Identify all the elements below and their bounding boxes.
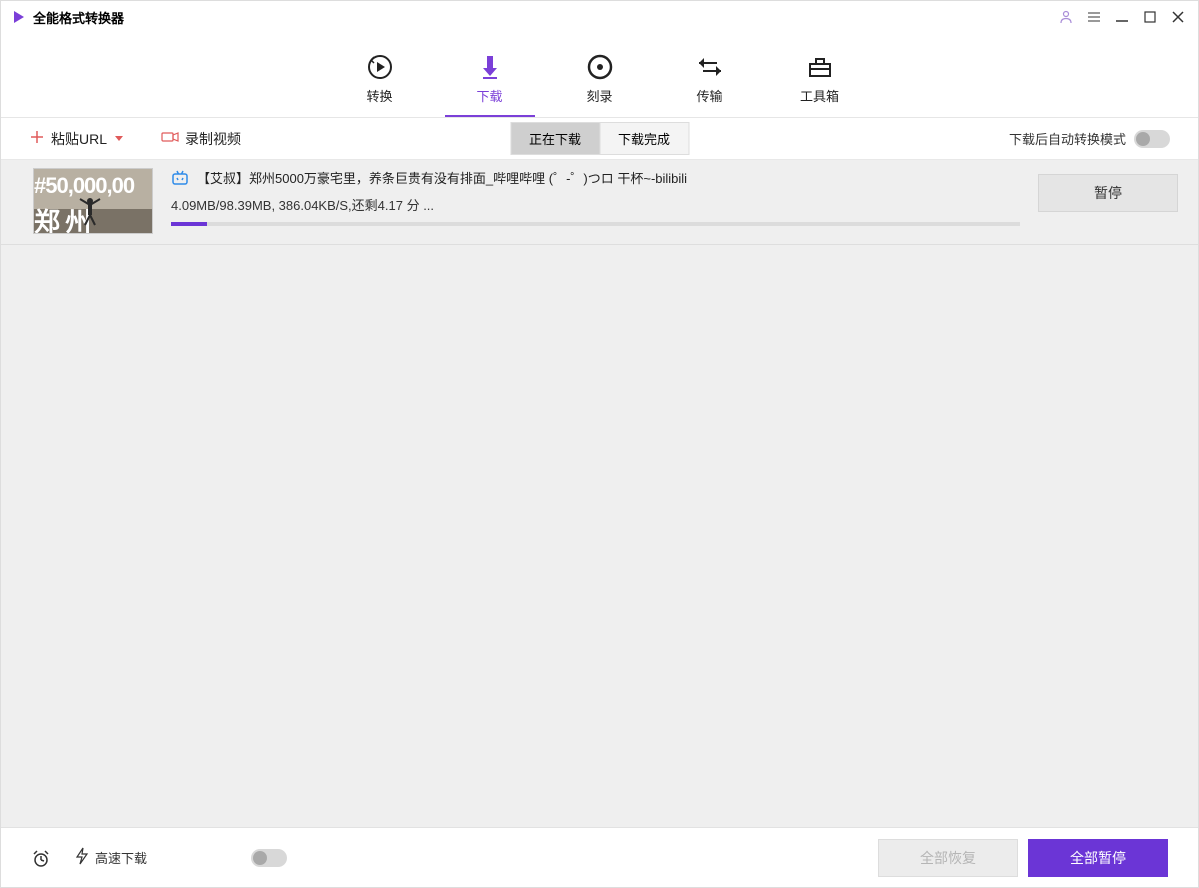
tab-label: 刻录 xyxy=(586,86,612,105)
tab-transfer[interactable]: 传输 xyxy=(655,52,765,117)
account-icon[interactable] xyxy=(1056,7,1076,27)
paste-url-label: 粘贴URL xyxy=(51,129,107,149)
download-list: #50,000,00 郑 州 【艾叔】郑州5000万豪宅里，养条巨贵有没有排面_… xyxy=(1,160,1198,245)
tab-completed[interactable]: 下载完成 xyxy=(599,122,689,155)
tab-toolbox[interactable]: 工具箱 xyxy=(765,52,875,117)
footer-left: 高速下载 xyxy=(31,847,287,868)
status-segment: 正在下载 下载完成 xyxy=(510,122,689,155)
download-progress-fill xyxy=(171,222,207,226)
minimize-icon[interactable] xyxy=(1112,7,1132,27)
app-title: 全能格式转换器 xyxy=(33,8,124,27)
tab-label: 下载 xyxy=(476,86,502,105)
tab-convert[interactable]: 转换 xyxy=(325,52,435,117)
bilibili-icon xyxy=(171,169,189,187)
download-row: #50,000,00 郑 州 【艾叔】郑州5000万豪宅里，养条巨贵有没有排面_… xyxy=(1,160,1198,245)
pause-all-button[interactable]: 全部暂停 xyxy=(1028,839,1168,877)
subbar-right: 下载后自动转换模式 xyxy=(1009,129,1170,148)
maximize-icon[interactable] xyxy=(1140,7,1160,27)
download-thumbnail[interactable]: #50,000,00 郑 州 xyxy=(33,168,153,234)
svg-text:#50,000,00: #50,000,00 xyxy=(34,173,135,198)
fast-download-label: 高速下载 xyxy=(95,848,147,867)
transfer-icon xyxy=(695,52,725,82)
paste-url-button[interactable]: 粘贴URL xyxy=(29,129,125,149)
subbar-left: 粘贴URL 录制视频 xyxy=(29,129,241,149)
menu-icon[interactable] xyxy=(1084,7,1104,27)
resume-all-button[interactable]: 全部恢复 xyxy=(878,839,1018,877)
titlebar-left: 全能格式转换器 xyxy=(11,8,124,27)
footer-right: 全部恢复 全部暂停 xyxy=(878,839,1168,877)
record-video-button[interactable]: 录制视频 xyxy=(161,129,241,149)
download-status: 4.09MB/98.39MB, 386.04KB/S,还剩4.17 分 ... xyxy=(171,195,1020,214)
close-icon[interactable] xyxy=(1168,7,1188,27)
titlebar: 全能格式转换器 xyxy=(1,1,1198,33)
main-tabs: 转换 下载 刻录 传输 工具箱 xyxy=(1,33,1198,118)
plus-icon xyxy=(29,129,45,148)
footer: 高速下载 全部恢复 全部暂停 xyxy=(1,827,1198,887)
convert-icon xyxy=(365,52,395,82)
download-content: #50,000,00 郑 州 【艾叔】郑州5000万豪宅里，养条巨贵有没有排面_… xyxy=(1,160,1198,827)
download-title-line: 【艾叔】郑州5000万豪宅里，养条巨贵有没有排面_哔哩哔哩 (゜-゜)つロ 干杯… xyxy=(171,168,1020,187)
lightning-icon xyxy=(75,847,89,868)
burn-icon xyxy=(585,52,615,82)
tab-download[interactable]: 下载 xyxy=(435,52,545,117)
auto-convert-toggle[interactable] xyxy=(1134,130,1170,148)
download-info: 【艾叔】郑州5000万豪宅里，养条巨贵有没有排面_哔哩哔哩 (゜-゜)つロ 干杯… xyxy=(171,168,1020,226)
svg-text:郑 州: 郑 州 xyxy=(34,207,90,234)
app-logo-icon xyxy=(11,9,27,25)
subbar: 粘贴URL 录制视频 正在下载 下载完成 下载后自动转换模式 xyxy=(1,118,1198,160)
camera-icon xyxy=(161,130,179,147)
fast-download-group: 高速下载 xyxy=(75,847,147,868)
schedule-button[interactable] xyxy=(31,848,51,868)
download-icon xyxy=(475,52,505,82)
tab-label: 传输 xyxy=(696,86,722,105)
chevron-down-icon xyxy=(113,131,125,147)
pause-button[interactable]: 暂停 xyxy=(1038,174,1178,212)
auto-convert-label: 下载后自动转换模式 xyxy=(1009,129,1126,148)
tab-burn[interactable]: 刻录 xyxy=(545,52,655,117)
record-video-label: 录制视频 xyxy=(185,129,241,149)
toolbox-icon xyxy=(805,52,835,82)
tab-label: 工具箱 xyxy=(800,86,839,105)
download-progress xyxy=(171,222,1020,226)
window-controls xyxy=(1056,7,1188,27)
tab-label: 转换 xyxy=(366,86,392,105)
tab-downloading[interactable]: 正在下载 xyxy=(510,122,599,155)
fast-download-toggle[interactable] xyxy=(251,849,287,867)
download-title: 【艾叔】郑州5000万豪宅里，养条巨贵有没有排面_哔哩哔哩 (゜-゜)つロ 干杯… xyxy=(197,168,687,187)
